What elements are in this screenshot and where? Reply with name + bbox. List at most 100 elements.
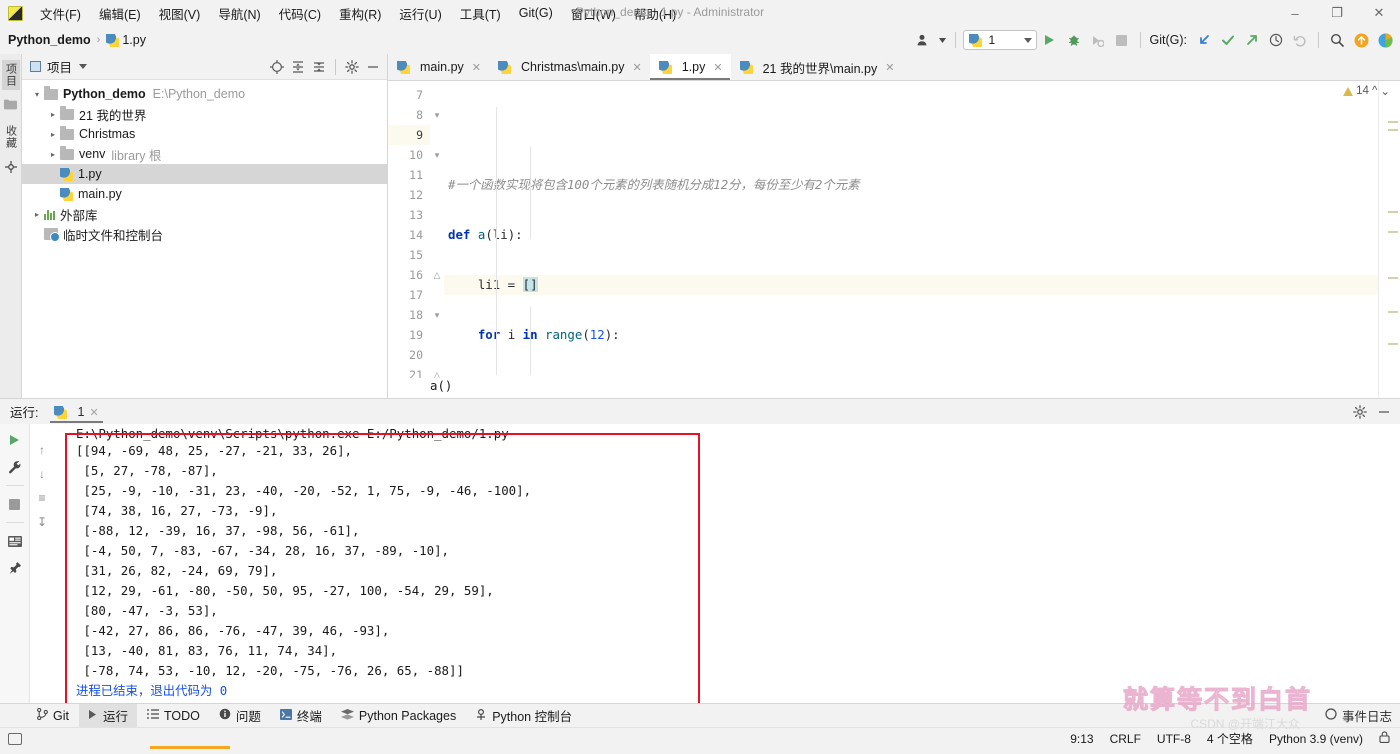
locate-file-icon[interactable]: [267, 57, 287, 77]
git-rollback-icon[interactable]: [1289, 29, 1311, 51]
search-icon[interactable]: [1326, 29, 1348, 51]
stop-button[interactable]: [1111, 29, 1133, 51]
file-encoding[interactable]: UTF-8: [1157, 732, 1191, 746]
git-update-icon[interactable]: [1193, 29, 1215, 51]
fold-end-marker[interactable]: △: [430, 265, 444, 285]
close-icon[interactable]: ✕: [633, 61, 642, 74]
menu-navigate[interactable]: 导航(N): [209, 1, 269, 26]
toolwin-packages[interactable]: Python Packages: [332, 707, 465, 725]
hide-panel-icon[interactable]: [1374, 402, 1394, 422]
toolwin-problems[interactable]: 问题: [210, 704, 270, 727]
ide-logo-icon[interactable]: [1374, 29, 1396, 51]
tab-main-py[interactable]: main.py ✕: [388, 54, 489, 80]
menu-tools[interactable]: 工具(T): [451, 1, 510, 26]
tree-item-1-py[interactable]: 1.py: [22, 164, 387, 184]
scroll-down-icon[interactable]: ↓: [39, 467, 45, 481]
chevron-right-icon[interactable]: ▸: [30, 210, 44, 219]
console-output[interactable]: E:\Python_demo\venv\Scripts\python.exe E…: [54, 424, 1400, 703]
line-separator[interactable]: CRLF: [1110, 732, 1141, 746]
rail-favorites[interactable]: 收藏: [2, 122, 20, 152]
menu-edit[interactable]: 编辑(E): [90, 1, 150, 26]
user-icon[interactable]: [914, 29, 936, 51]
rail-project[interactable]: 项目: [1, 60, 20, 90]
inspection-summary[interactable]: 14 ^ ⌄: [1343, 84, 1390, 98]
menu-view[interactable]: 视图(V): [150, 1, 210, 26]
coverage-button[interactable]: [1087, 29, 1109, 51]
scroll-up-icon[interactable]: ↑: [39, 443, 45, 457]
chevron-right-icon[interactable]: ▸: [46, 150, 60, 159]
run-button[interactable]: [1039, 29, 1061, 51]
close-icon[interactable]: ✕: [89, 406, 98, 419]
tree-item-main-py[interactable]: main.py: [22, 184, 387, 204]
toolwin-run[interactable]: 运行: [78, 704, 137, 727]
wrench-icon[interactable]: [5, 458, 25, 476]
menu-refactor[interactable]: 重构(R): [330, 1, 390, 26]
expand-all-icon[interactable]: [288, 57, 308, 77]
git-history-icon[interactable]: [1265, 29, 1287, 51]
toolwin-todo[interactable]: TODO: [138, 707, 209, 725]
hide-panel-icon[interactable]: [363, 57, 383, 77]
tab-1-py[interactable]: 1.py ✕: [649, 54, 731, 80]
soft-wrap-icon[interactable]: ≡: [38, 491, 45, 505]
git-commit-icon[interactable]: [1217, 29, 1239, 51]
toolwin-terminal[interactable]: 终端: [271, 704, 331, 727]
close-icon[interactable]: ✕: [713, 61, 722, 74]
chevron-right-icon[interactable]: ▸: [46, 110, 60, 119]
caret-position[interactable]: 9:13: [1070, 732, 1093, 746]
chevron-down-icon[interactable]: ▾: [30, 90, 44, 99]
close-icon[interactable]: ✕: [472, 61, 481, 74]
close-button[interactable]: ✕: [1358, 0, 1400, 26]
fold-marker-for2[interactable]: ▾: [430, 305, 444, 325]
collapse-all-icon[interactable]: [309, 57, 329, 77]
breadcrumb-project[interactable]: Python_demo: [8, 33, 91, 47]
tree-item-scratches[interactable]: 临时文件和控制台: [22, 224, 387, 244]
console-output-line: [80, -47, -3, 53],: [76, 603, 218, 618]
run-configuration-selector[interactable]: 1: [962, 30, 1037, 50]
pin-icon[interactable]: [5, 559, 25, 577]
user-caret-icon[interactable]: [938, 29, 948, 51]
updates-icon[interactable]: [1350, 29, 1372, 51]
tree-item-venv[interactable]: ▸ venv library 根: [22, 144, 387, 164]
menu-code[interactable]: 代码(C): [270, 1, 330, 26]
minimize-button[interactable]: –: [1274, 0, 1316, 26]
project-panel-header: 项目: [22, 54, 387, 80]
stop-button[interactable]: [5, 495, 25, 513]
tab-21-my-world-main-py[interactable]: 21 我的世界\main.py ✕: [731, 54, 903, 80]
maximize-button[interactable]: ❐: [1316, 0, 1358, 26]
breadcrumb-file[interactable]: 1.py: [122, 33, 146, 47]
menu-run[interactable]: 运行(U): [390, 1, 450, 26]
structure-folder-icon[interactable]: [4, 99, 17, 113]
close-icon[interactable]: ✕: [885, 61, 894, 74]
menu-git[interactable]: Git(G): [510, 3, 562, 23]
tree-item-christmas[interactable]: ▸ Christmas: [22, 124, 387, 144]
fold-marker-for[interactable]: ▾: [430, 145, 444, 165]
chevron-down-icon[interactable]: [79, 62, 88, 71]
structure-node-icon[interactable]: [4, 161, 17, 176]
tree-item-21-my-world[interactable]: ▸ 21 我的世界: [22, 104, 387, 124]
fold-marker-def[interactable]: ▾: [430, 105, 444, 125]
tree-item-external-libraries[interactable]: ▸ 外部库: [22, 204, 387, 224]
lock-icon[interactable]: [1379, 731, 1390, 746]
gear-icon[interactable]: [1350, 402, 1370, 422]
event-log-button[interactable]: 事件日志: [1325, 706, 1392, 725]
chevron-right-icon[interactable]: ▸: [46, 130, 60, 139]
scroll-to-end-icon[interactable]: ↧: [37, 515, 47, 529]
toolwin-pyconsole[interactable]: Python 控制台: [466, 704, 581, 727]
prev-problem-icon[interactable]: ^: [1372, 85, 1377, 97]
git-push-icon[interactable]: [1241, 29, 1263, 51]
menu-file[interactable]: 文件(F): [31, 1, 90, 26]
toolwin-git[interactable]: Git: [28, 706, 78, 725]
run-tab-1[interactable]: 1 ✕: [48, 402, 104, 423]
rerun-button[interactable]: [5, 431, 25, 449]
memory-indicator-icon[interactable]: [8, 732, 22, 745]
tree-item-python-demo[interactable]: ▾ Python_demo E:\Python_demo: [22, 84, 387, 104]
indent-setting[interactable]: 4 个空格: [1207, 730, 1253, 747]
python-interpreter[interactable]: Python 3.9 (venv): [1269, 732, 1363, 746]
inspection-sidebar: [1378, 81, 1400, 398]
debug-button[interactable]: [1063, 29, 1085, 51]
tab-christmas-main-py[interactable]: Christmas\main.py ✕: [489, 54, 650, 80]
print-layout-icon[interactable]: [5, 532, 25, 550]
next-problem-icon[interactable]: ⌄: [1380, 84, 1390, 98]
gear-icon[interactable]: [342, 57, 362, 77]
code-text[interactable]: #一个函数实现将包含100个元素的列表随机分成12分，每份至少有2个元素 def…: [444, 81, 1378, 398]
